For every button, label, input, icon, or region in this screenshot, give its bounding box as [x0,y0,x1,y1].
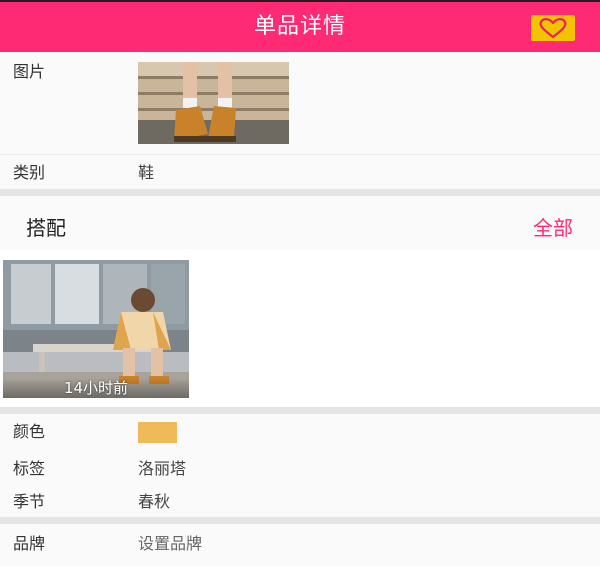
season-label: 季节 [13,492,46,511]
shoe-photo [138,62,289,144]
outfit-time: 14小时前 [3,378,189,398]
image-row: 图片 [0,52,600,154]
view-all-link[interactable]: 全部 [533,212,573,241]
color-swatch [138,422,177,443]
brand-row[interactable]: 品牌 设置品牌 [0,524,600,566]
favorite-button[interactable] [531,15,575,41]
attributes-block [0,414,600,517]
item-image[interactable] [138,62,289,144]
brand-value[interactable]: 设置品牌 [138,534,202,554]
image-label: 图片 [13,62,46,81]
title-bar: 单品详情 [0,0,600,52]
category-value: 鞋 [138,163,155,182]
page-title: 单品详情 [253,14,346,39]
color-label: 颜色 [13,422,46,441]
tag-label: 标签 [13,459,46,478]
tag-value[interactable]: 洛丽塔 [138,459,186,479]
category-label: 类别 [13,163,46,182]
brand-label: 品牌 [13,534,46,553]
outfits-title: 搭配 [26,216,66,240]
category-row: 类别 鞋 [0,155,600,189]
season-value[interactable]: 春秋 [138,492,170,512]
outfits-header: 搭配 全部 [0,196,600,250]
heart-icon [539,18,567,39]
outfit-card[interactable]: 14小时前 [3,260,189,398]
